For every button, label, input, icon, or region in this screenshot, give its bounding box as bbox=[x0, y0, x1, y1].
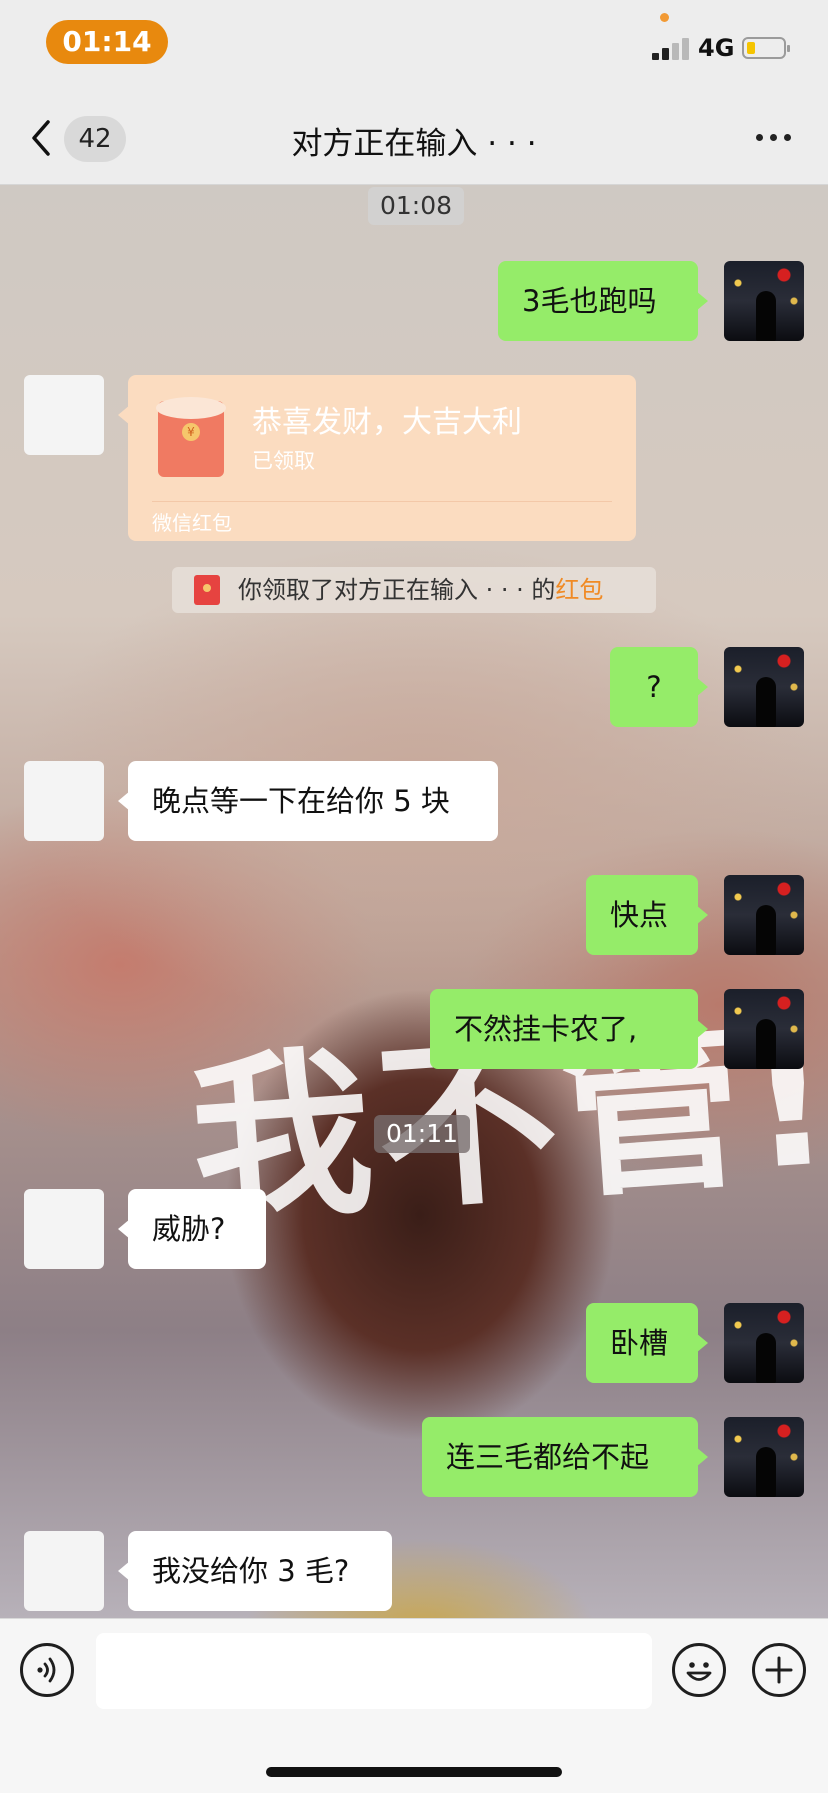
red-packet-link[interactable]: 红包 bbox=[555, 576, 603, 604]
contact-avatar[interactable] bbox=[24, 375, 104, 455]
my-avatar[interactable] bbox=[724, 1303, 804, 1383]
contact-avatar[interactable] bbox=[24, 761, 104, 841]
my-message-bubble[interactable]: 3毛也跑吗 bbox=[498, 261, 708, 341]
chat-header: 42 对方正在输入 · · · bbox=[0, 92, 828, 185]
voice-icon[interactable] bbox=[20, 1643, 74, 1697]
red-packet-divider bbox=[152, 501, 612, 502]
my-avatar[interactable] bbox=[724, 989, 804, 1069]
contact-avatar[interactable] bbox=[24, 1189, 104, 1269]
status-bar: 01:14 4G bbox=[0, 0, 828, 92]
contact-message-bubble[interactable]: 晚点等一下在给你 5 块 bbox=[118, 761, 498, 841]
message-input-bar bbox=[0, 1618, 828, 1793]
emoji-icon[interactable] bbox=[672, 1643, 726, 1697]
home-indicator[interactable] bbox=[266, 1767, 562, 1777]
chat-title: 对方正在输入 · · · bbox=[291, 126, 537, 162]
network-type: 4G bbox=[698, 34, 735, 62]
more-options-icon[interactable] bbox=[752, 128, 796, 148]
contact-avatar[interactable] bbox=[24, 1531, 104, 1611]
my-message-bubble[interactable]: 快点 bbox=[586, 875, 708, 955]
timestamp: 01:11 bbox=[374, 1115, 471, 1153]
my-message-bubble[interactable]: 连三毛都给不起 bbox=[422, 1417, 708, 1497]
red-packet-status: 已领取 bbox=[252, 449, 315, 473]
red-packet-label: 微信红包 bbox=[152, 511, 232, 535]
my-message-bubble[interactable]: 不然挂卡农了, bbox=[430, 989, 708, 1069]
system-notice-text: 你领取了对方正在输入 · · · 的 bbox=[238, 576, 556, 604]
system-notice: 你领取了对方正在输入 · · · 的红包 bbox=[172, 567, 656, 613]
red-packet-greeting: 恭喜发财，大吉大利 bbox=[252, 405, 522, 440]
message-text-input[interactable] bbox=[96, 1633, 652, 1709]
contact-message-bubble[interactable]: 威胁? bbox=[118, 1189, 266, 1269]
chat-message-list[interactable]: 我不管! 01:08 3毛也跑吗 ¥ 恭喜发财，大吉大利 已领取 微信红包 你领… bbox=[0, 185, 828, 1618]
my-message-bubble[interactable]: ? bbox=[610, 647, 708, 727]
my-avatar[interactable] bbox=[724, 1417, 804, 1497]
my-message-bubble[interactable]: 卧槽 bbox=[586, 1303, 708, 1383]
plus-icon[interactable] bbox=[752, 1643, 806, 1697]
my-avatar[interactable] bbox=[724, 647, 804, 727]
my-avatar[interactable] bbox=[724, 261, 804, 341]
timestamp: 01:08 bbox=[368, 187, 465, 225]
privacy-indicator-dot bbox=[660, 13, 669, 22]
red-packet-icon: ¥ bbox=[156, 397, 226, 477]
my-avatar[interactable] bbox=[724, 875, 804, 955]
red-packet-card[interactable]: ¥ 恭喜发财，大吉大利 已领取 微信红包 bbox=[118, 375, 636, 541]
contact-message-bubble[interactable]: 我没给你 3 毛? bbox=[118, 1531, 392, 1611]
red-packet-small-icon bbox=[194, 575, 220, 605]
cellular-signal-icon bbox=[652, 38, 690, 60]
battery-icon bbox=[742, 37, 790, 59]
status-time[interactable]: 01:14 bbox=[46, 20, 168, 64]
